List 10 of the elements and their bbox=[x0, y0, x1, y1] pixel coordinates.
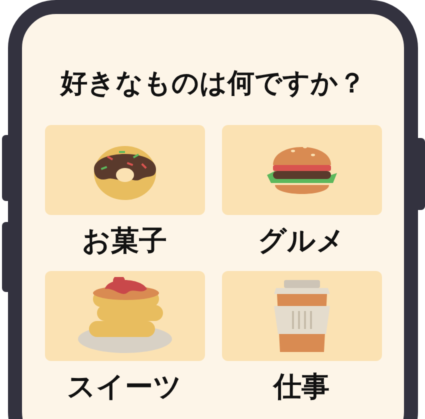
category-label: グルメ bbox=[258, 222, 345, 258]
category-label: 仕事 bbox=[274, 368, 330, 404]
category-card[interactable] bbox=[222, 124, 382, 214]
category-card[interactable] bbox=[44, 270, 204, 360]
pancake-icon bbox=[76, 276, 172, 354]
coffee-cup-icon bbox=[274, 280, 330, 352]
question-title: 好きなものは何ですか？ bbox=[60, 67, 366, 101]
category-card[interactable] bbox=[44, 124, 204, 214]
category-label: スイーツ bbox=[67, 368, 182, 404]
category-label: お菓子 bbox=[82, 222, 167, 258]
